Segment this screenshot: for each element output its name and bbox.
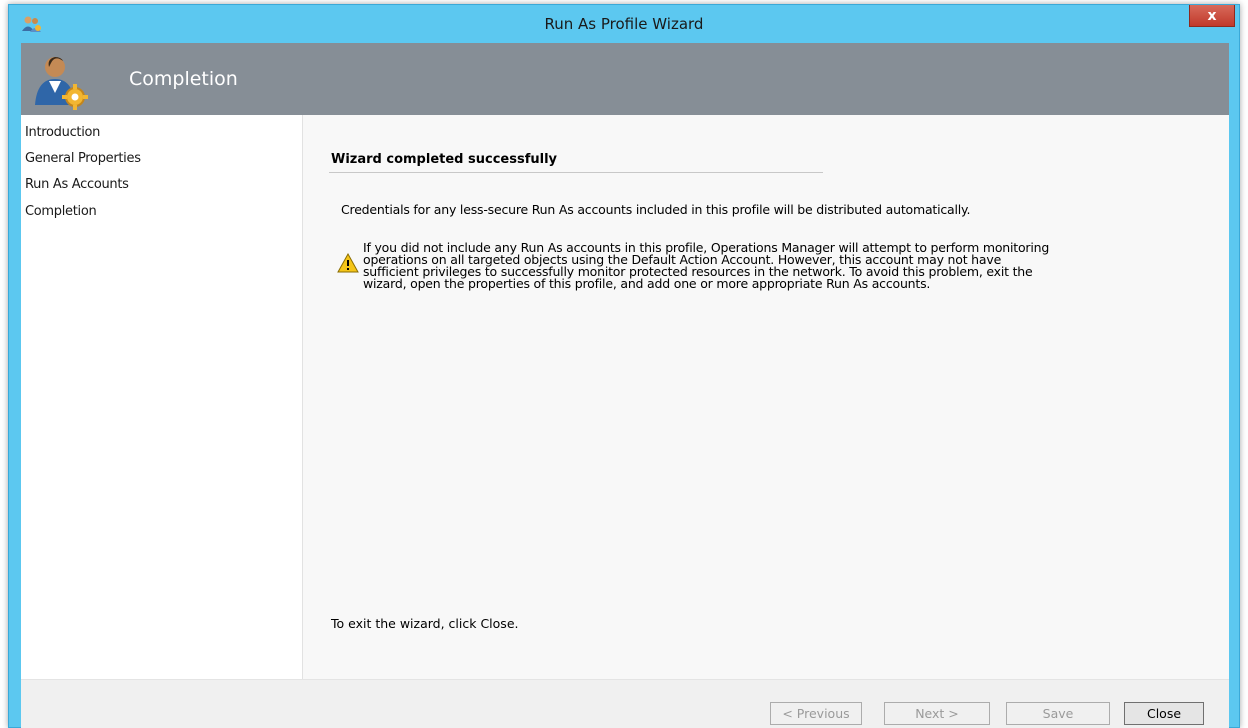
credentials-text: Credentials for any less-secure Run As a… [341,202,971,217]
close-button[interactable]: Close [1124,702,1204,725]
warning-icon [337,252,359,273]
warning-line: wizard, open the properties of this prof… [363,276,931,291]
wizard-step-nav: Introduction General Properties Run As A… [21,115,303,679]
wizard-window: Run As Profile Wizard x Completion Intro… [8,4,1240,728]
next-button[interactable]: Next > [884,702,990,725]
wizard-client-area: Completion Introduction General Properti… [21,43,1229,728]
close-glyph: x [1207,7,1217,24]
warning-message: If you did not include any Run As accoun… [363,241,1193,291]
nav-item-introduction[interactable]: Introduction [25,125,100,140]
nav-item-run-as-accounts[interactable]: Run As Accounts [25,177,129,192]
section-title: Wizard completed successfully [331,152,557,167]
wizard-content: Wizard completed successfully Credential… [303,115,1229,679]
window-title: Run As Profile Wizard [544,15,704,33]
previous-button[interactable]: < Previous [770,702,862,725]
page-title: Completion [129,68,238,90]
nav-item-completion[interactable]: Completion [25,204,97,219]
title-bar[interactable]: Run As Profile Wizard x [9,5,1239,43]
close-icon[interactable]: x [1189,5,1235,27]
nav-item-general-properties[interactable]: General Properties [25,151,141,166]
section-divider [329,172,823,173]
exit-instruction: To exit the wizard, click Close. [331,616,519,631]
wizard-header: Completion [21,43,1229,115]
save-button[interactable]: Save [1006,702,1110,725]
wizard-footer: < Previous Next > Save Close [21,679,1229,728]
user-gear-icon [31,53,89,111]
